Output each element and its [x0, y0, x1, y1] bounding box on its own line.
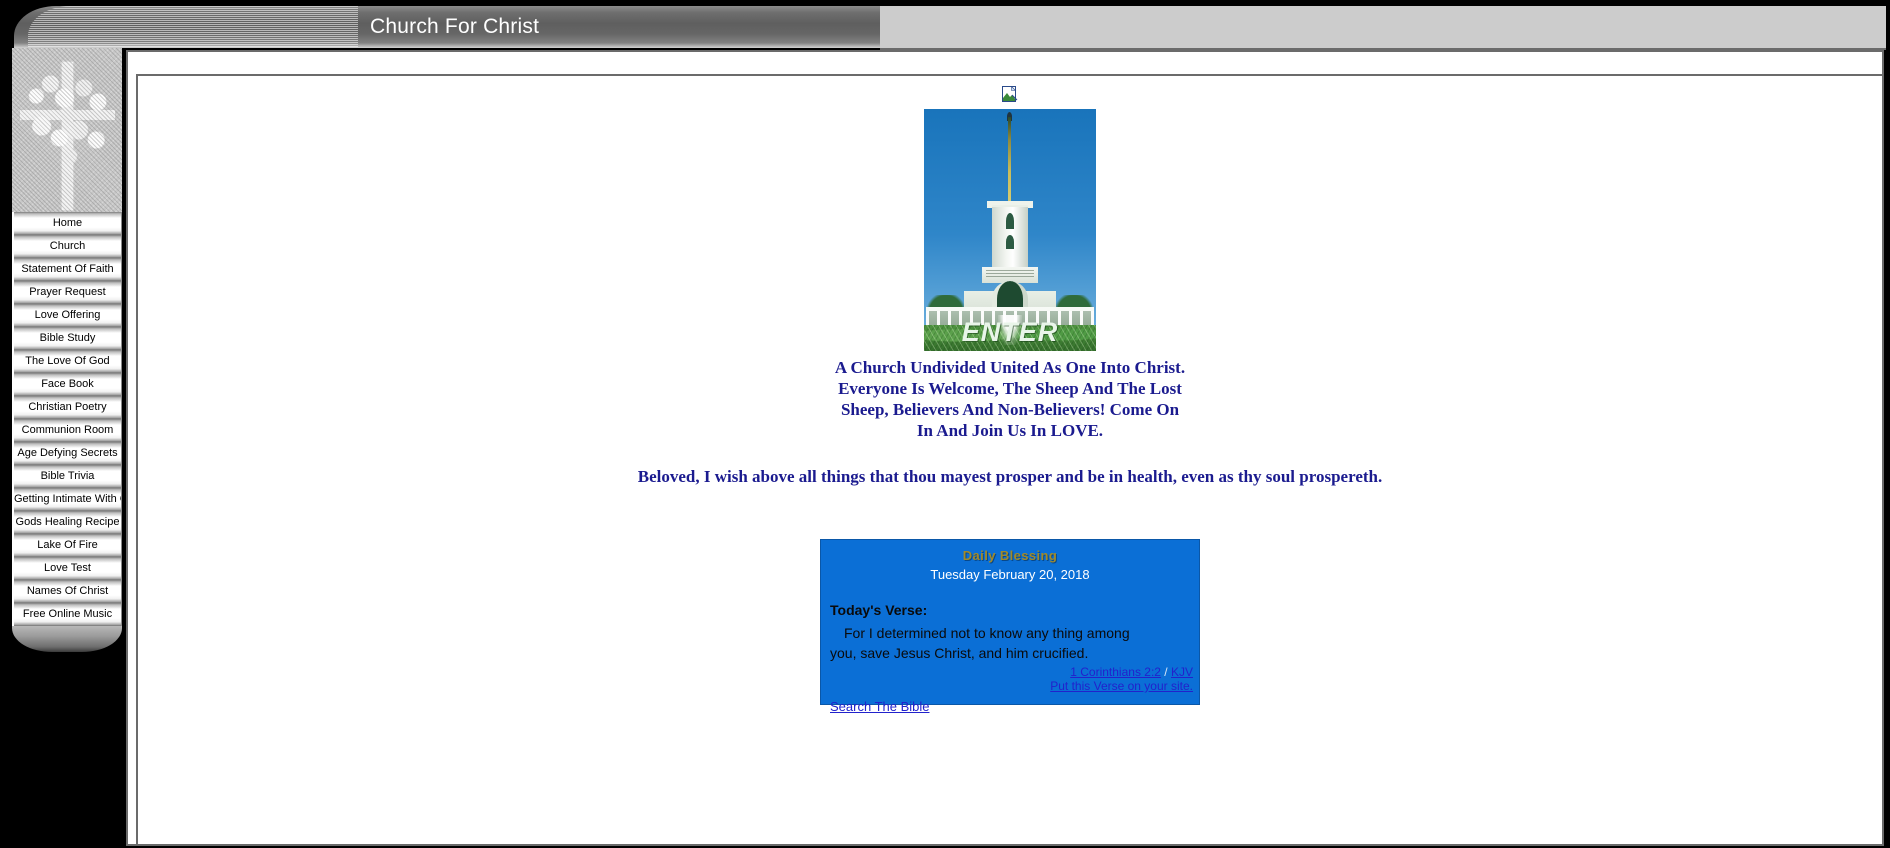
sidebar-item-label: Lake Of Fire: [37, 539, 98, 551]
page-title: Church For Christ: [370, 15, 540, 38]
content-frame-outer: ENTER A Church Undivided United As One I…: [126, 50, 1884, 846]
sidebar-item-gods-healing-recipe[interactable]: Gods Healing Recipe: [12, 511, 122, 534]
verse-reference-row: 1 Corinthians 2:2 / KJV: [821, 665, 1193, 679]
welcome-line: A Church Undivided United As One Into Ch…: [834, 358, 1186, 377]
sidebar-item-label: Love Offering: [34, 309, 101, 321]
sidebar-item-label: Communion Room: [21, 424, 114, 436]
sidebar-item-label: Prayer Request: [29, 286, 106, 298]
todays-verse-text: For I determined not to know any thing a…: [830, 623, 1190, 663]
sidebar-item-names-of-christ[interactable]: Names Of Christ: [12, 580, 122, 603]
sidebar-item-label: Names Of Christ: [26, 585, 109, 597]
flowers-icon: [24, 68, 112, 168]
cross-emblem-icon: [12, 48, 122, 212]
sidebar-item-love-offering[interactable]: Love Offering: [12, 304, 122, 327]
verse-text-line: you, save Jesus Christ, and him crucifie…: [830, 645, 1089, 661]
sidebar-item-label: Getting Intimate With God: [14, 493, 121, 505]
content-frame-inner: ENTER A Church Undivided United As One I…: [136, 74, 1882, 844]
sidebar-item-face-book[interactable]: Face Book: [12, 373, 122, 396]
broken-image-icon: [1002, 86, 1018, 102]
tower-arch-upper: [1006, 213, 1014, 229]
welcome-line: In And Join Us In LOVE.: [916, 421, 1104, 440]
header-gloss: [28, 6, 358, 48]
sidebar-item-label: Church: [49, 240, 86, 252]
sidebar-item-statement-of-faith[interactable]: Statement Of Faith: [12, 258, 122, 281]
daily-blessing-widget: Daily Blessing Tuesday February 20, 2018…: [820, 539, 1200, 714]
verse-reference-link[interactable]: 1 Corinthians 2:2: [1070, 665, 1161, 679]
temple-photo: ENTER: [924, 109, 1096, 351]
verse-text-line: For I determined not to know any thing a…: [844, 625, 1130, 641]
sidebar-item-church[interactable]: Church: [12, 235, 122, 258]
sidebar-item-prayer-request[interactable]: Prayer Request: [12, 281, 122, 304]
enter-label: ENTER: [961, 317, 1059, 347]
sidebar-item-label: Age Defying Secrets: [17, 447, 118, 459]
search-bible-row: Search The Bible: [830, 699, 1199, 714]
welcome-line: Everyone Is Welcome, The Sheep And The L…: [838, 379, 1182, 398]
search-the-bible-link[interactable]: Search The Bible: [830, 699, 930, 714]
sidebar-item-bible-study[interactable]: Bible Study: [12, 327, 122, 350]
sidebar-item-communion-room[interactable]: Communion Room: [12, 419, 122, 442]
blessing-date: Tuesday February 20, 2018: [930, 567, 1090, 582]
sidebar-item-label: Bible Trivia: [40, 470, 95, 482]
sidebar-item-the-love-of-god[interactable]: The Love Of God: [12, 350, 122, 373]
sidebar-item-label: Free Online Music: [22, 608, 113, 620]
welcome-message: A Church Undivided United As One Into Ch…: [800, 357, 1220, 441]
sidebar-item-label: Face Book: [41, 378, 94, 390]
sidebar-item-love-test[interactable]: Love Test: [12, 557, 122, 580]
sidebar-item-home[interactable]: Home: [12, 212, 122, 235]
page-root: Church For Christ Home Church Statement …: [0, 0, 1890, 848]
sidebar-item-lake-of-fire[interactable]: Lake Of Fire: [12, 534, 122, 557]
enter-temple-link[interactable]: ENTER: [924, 109, 1096, 351]
put-verse-on-your-site-link[interactable]: Put this Verse on your site.: [1050, 679, 1193, 693]
sidebar-item-getting-intimate-with-god[interactable]: Getting Intimate With God: [12, 488, 122, 511]
header-band: Church For Christ: [0, 6, 1890, 50]
sidebar-nav: Home Church Statement Of Faith Prayer Re…: [12, 48, 122, 778]
header-right-filler: [880, 6, 1886, 50]
sidebar-footer-cap: [12, 626, 122, 652]
blessing-title: Daily Blessing: [962, 548, 1058, 563]
scripture-quote: Beloved, I wish above all things that th…: [637, 467, 1383, 486]
sidebar-item-christian-poetry[interactable]: Christian Poetry: [12, 396, 122, 419]
sidebar-item-label: The Love Of God: [25, 355, 110, 367]
sidebar-item-label: Home: [52, 217, 83, 229]
translation-link[interactable]: KJV: [1171, 665, 1193, 679]
sidebar-item-label: Gods Healing Recipe: [15, 516, 120, 528]
colonnade-rail: [926, 307, 1094, 311]
reference-separator: /: [1160, 665, 1171, 679]
sidebar-item-bible-trivia[interactable]: Bible Trivia: [12, 465, 122, 488]
tower-arch-lower: [1006, 235, 1014, 249]
welcome-line: Sheep, Believers And Non-Believers! Come…: [840, 400, 1180, 419]
entablature-inscription: [986, 270, 1034, 278]
sidebar-item-age-defying-secrets[interactable]: Age Defying Secrets: [12, 442, 122, 465]
spire: [1008, 117, 1011, 209]
verse-promo-row: Put this Verse on your site.: [821, 679, 1193, 693]
todays-verse-heading: Today's Verse:: [830, 602, 928, 618]
sidebar-item-label: Love Test: [44, 562, 91, 574]
daily-blessing-box: Daily Blessing Tuesday February 20, 2018…: [820, 539, 1200, 714]
sidebar-item-label: Statement Of Faith: [21, 263, 114, 275]
sidebar-item-label: Christian Poetry: [28, 401, 107, 413]
sidebar-item-label: Bible Study: [39, 332, 96, 344]
sidebar-item-free-online-music[interactable]: Free Online Music: [12, 603, 122, 626]
